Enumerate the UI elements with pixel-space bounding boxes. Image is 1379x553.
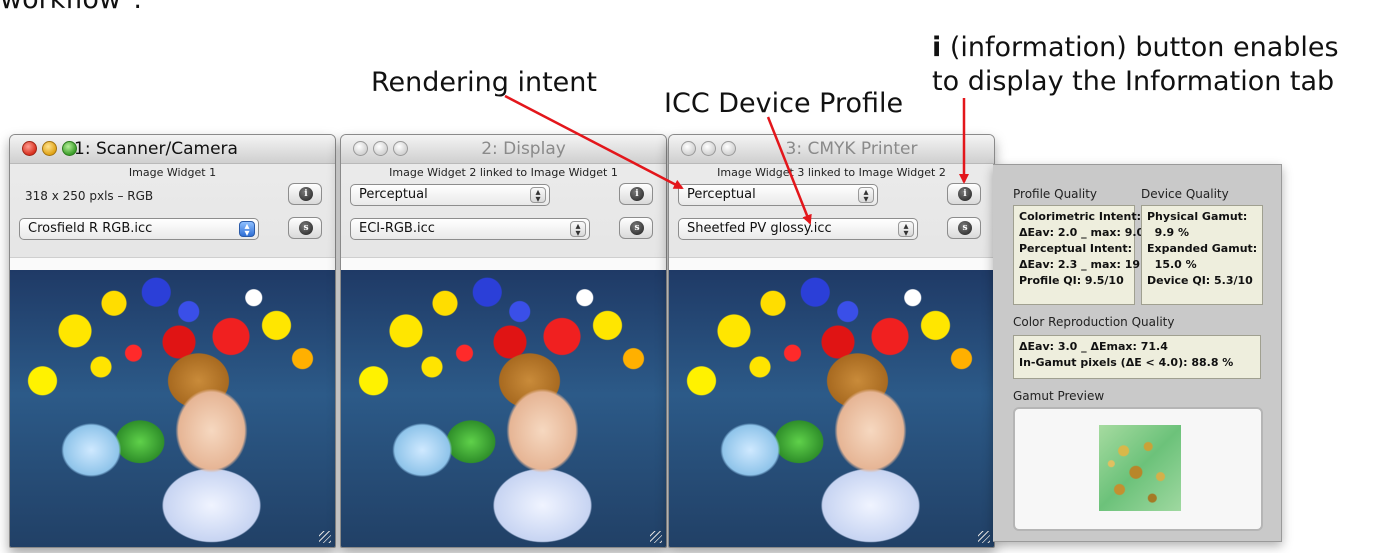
rendering-intent-select[interactable]: Perceptual ▴ ▾: [678, 184, 878, 206]
rendering-intent-select[interactable]: Perceptual ▴ ▾: [350, 184, 550, 206]
caption-info-button-line1: (information) button enables: [941, 32, 1339, 63]
image-preview: [10, 270, 335, 547]
settings-icon: s: [630, 221, 644, 235]
settings-button[interactable]: s: [288, 217, 322, 239]
widget-subtitle: Image Widget 3 linked to Image Widget 2: [717, 166, 946, 179]
resize-grip-icon[interactable]: [650, 531, 662, 543]
window-title: 1: Scanner/Camera: [74, 139, 238, 159]
color-reproduction-box: ΔEav: 3.0 _ ΔEmax: 71.4 In-Gamut pixels …: [1013, 335, 1261, 379]
widget-subtitle: Image Widget 2 linked to Image Widget 1: [389, 166, 618, 179]
info-button[interactable]: i: [619, 183, 653, 205]
profile-quality-box: Colorimetric Intent: ΔEav: 2.0 _ max: 9.…: [1013, 205, 1152, 305]
rendering-intent-label: Perceptual: [359, 187, 428, 202]
info-button[interactable]: i: [947, 183, 981, 205]
info-icon: i: [958, 187, 972, 201]
caption-rendering-intent: Rendering intent: [371, 67, 597, 98]
information-panel: Profile Quality Device Quality Colorimet…: [993, 164, 1282, 542]
intent-row: Perceptual ▴ ▾ i: [350, 183, 657, 209]
profile-select[interactable]: ECI-RGB.icc ▴ ▾: [350, 218, 590, 240]
color-reproduction-label: Color Reproduction Quality: [1013, 315, 1175, 329]
device-line: Physical Gamut:: [1147, 210, 1248, 223]
gamut-preview-label: Gamut Preview: [1013, 389, 1105, 403]
titlebar[interactable]: 1: Scanner/Camera: [10, 135, 335, 164]
info-icon: i: [299, 187, 313, 201]
window-cmyk-printer: 3: CMYK Printer Image Widget 3 linked to…: [668, 134, 995, 548]
profile-row: Crosfield R RGB.icc ▴ ▾ s: [19, 217, 326, 243]
device-line: Expanded Gamut:: [1147, 242, 1258, 255]
widget-subtitle: Image Widget 1: [128, 166, 217, 179]
close-icon[interactable]: [22, 141, 37, 156]
settings-icon: s: [958, 221, 972, 235]
gamut-preview-image: [1099, 425, 1181, 511]
window-title: 2: Display: [481, 139, 566, 159]
profile-line: ΔEav: 2.0 _ max: 9.0: [1019, 226, 1145, 239]
image-header-strip: [341, 257, 666, 271]
profile-select[interactable]: Crosfield R RGB.icc ▴ ▾: [19, 218, 259, 240]
caption-workflow-fragment: workflow".: [0, 0, 142, 17]
settings-button[interactable]: s: [947, 217, 981, 239]
minimize-icon[interactable]: [42, 141, 57, 156]
profile-row: ECI-RGB.icc ▴ ▾ s: [350, 217, 657, 243]
window-display: 2: Display Image Widget 2 linked to Imag…: [340, 134, 667, 548]
profile-row: Sheetfed PV glossy.icc ▴ ▾ s: [678, 217, 985, 243]
settings-icon: s: [299, 221, 313, 235]
caption-info-button-line2: to display the Information tab: [932, 66, 1335, 97]
resize-grip-icon[interactable]: [319, 531, 331, 543]
window-controls: [22, 141, 77, 156]
image-preview: [669, 270, 994, 547]
device-quality-label: Device Quality: [1141, 187, 1229, 201]
select-arrows-icon: ▴ ▾: [530, 187, 546, 205]
caption-info-button-bold: i: [932, 32, 942, 63]
gamut-preview-box: [1013, 407, 1263, 531]
profile-select[interactable]: Sheetfed PV glossy.icc ▴ ▾: [678, 218, 918, 240]
profile-line: Profile QI: 9.5/10: [1019, 274, 1124, 287]
device-line: 9.9 %: [1147, 226, 1189, 239]
profile-select-label: Crosfield R RGB.icc: [28, 221, 153, 236]
intent-row: Perceptual ▴ ▾ i: [678, 183, 985, 209]
settings-button[interactable]: s: [619, 217, 653, 239]
caption-icc-device-profile: ICC Device Profile: [664, 88, 904, 119]
image-size-text: 318 x 250 pxls – RGB: [25, 189, 154, 203]
titlebar[interactable]: 3: CMYK Printer: [669, 135, 994, 164]
profile-line: Colorimetric Intent:: [1019, 210, 1142, 223]
profile-select-label: ECI-RGB.icc: [359, 221, 435, 236]
device-line: 15.0 %: [1147, 258, 1197, 271]
profile-line: ΔEav: 2.3 _ max: 19.6: [1019, 258, 1152, 271]
select-arrows-icon: ▴ ▾: [898, 221, 914, 239]
info-icon: i: [630, 187, 644, 201]
image-header-strip: [669, 257, 994, 271]
window-scanner-camera: 1: Scanner/Camera Image Widget 1 318 x 2…: [9, 134, 336, 548]
image-preview: [341, 270, 666, 547]
info-button[interactable]: i: [288, 183, 322, 205]
caption-info-button: i (information) button enables: [932, 31, 1339, 65]
profile-line: Perceptual Intent:: [1019, 242, 1133, 255]
image-header-strip: [10, 257, 335, 271]
select-arrows-icon: ▴ ▾: [239, 221, 255, 239]
profile-quality-label: Profile Quality: [1013, 187, 1098, 201]
titlebar[interactable]: 2: Display: [341, 135, 666, 164]
info-row: 318 x 250 pxls – RGB i: [19, 183, 326, 209]
profile-select-label: Sheetfed PV glossy.icc: [687, 221, 832, 236]
device-line: Device QI: 5.3/10: [1147, 274, 1253, 287]
window-title: 3: CMYK Printer: [785, 139, 918, 159]
select-arrows-icon: ▴ ▾: [858, 187, 874, 205]
resize-grip-icon[interactable]: [978, 531, 990, 543]
device-quality-box: Physical Gamut: 9.9 % Expanded Gamut: 15…: [1141, 205, 1263, 305]
repro-line: In-Gamut pixels (ΔE < 4.0): 88.8 %: [1019, 356, 1234, 369]
rendering-intent-label: Perceptual: [687, 187, 756, 202]
repro-line: ΔEav: 3.0 _ ΔEmax: 71.4: [1019, 340, 1168, 353]
select-arrows-icon: ▴ ▾: [570, 221, 586, 239]
